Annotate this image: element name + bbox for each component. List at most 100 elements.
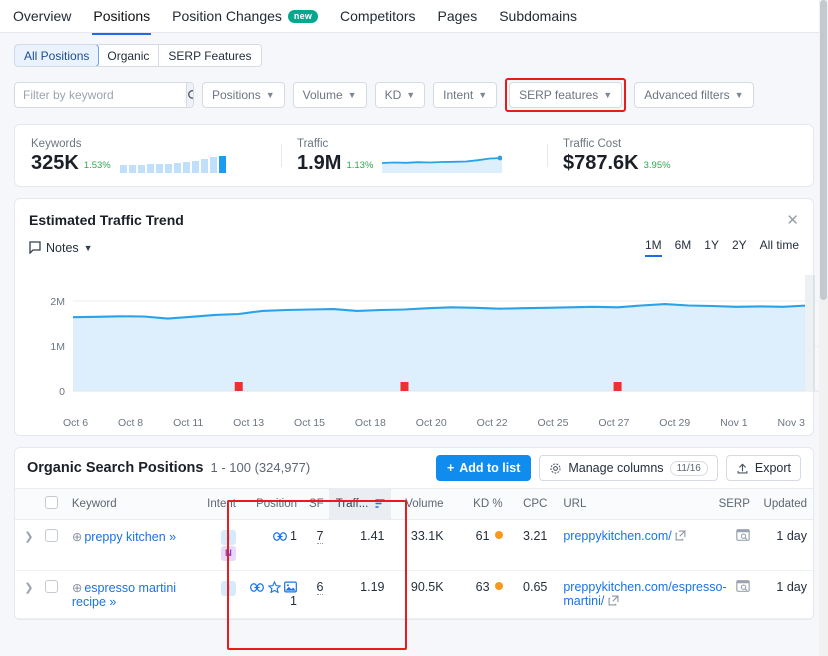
metric-value: $787.6K: [563, 153, 639, 173]
filter-volume[interactable]: Volume ▼: [293, 82, 367, 108]
subtab-organic[interactable]: Organic: [98, 45, 159, 66]
x-tick: Oct 18: [355, 417, 386, 429]
table-row[interactable]: ❯ ⊕preppy kitchen » I N 1: [15, 520, 813, 571]
row-checkbox[interactable]: [45, 580, 58, 593]
nav-tab-label: Competitors: [340, 8, 415, 24]
filter-kd[interactable]: KD ▼: [375, 82, 426, 108]
manage-columns-label: Manage columns: [568, 461, 663, 475]
filter-intent[interactable]: Intent ▼: [433, 82, 497, 108]
row-checkbox[interactable]: [45, 529, 58, 542]
add-to-list-label: Add to list: [459, 461, 520, 475]
select-all-checkbox[interactable]: [45, 496, 58, 509]
metric-value: 1.9M: [297, 153, 341, 173]
keyword-filter: [14, 82, 194, 108]
th-position[interactable]: Position: [242, 489, 303, 520]
serp-cell[interactable]: [711, 571, 756, 619]
expand-cell[interactable]: ❯: [15, 520, 39, 571]
keyword-expand-icon[interactable]: »: [109, 595, 116, 609]
cpc-cell: 0.65: [509, 571, 554, 619]
kd-value: 63: [476, 580, 490, 594]
notes-dropdown[interactable]: Notes ▼: [29, 241, 93, 255]
manage-columns-button[interactable]: Manage columns 11/16: [539, 455, 718, 481]
keyword-link[interactable]: espresso martini recipe: [72, 581, 176, 609]
range-2y[interactable]: 2Y: [732, 238, 747, 257]
external-link-icon[interactable]: [608, 595, 619, 609]
x-tick: Nov 3: [778, 417, 805, 429]
svg-text:2M: 2M: [50, 296, 65, 308]
image-icon[interactable]: [284, 581, 297, 593]
th-sf[interactable]: SF: [303, 489, 329, 520]
add-keyword-icon[interactable]: ⊕: [72, 530, 82, 544]
sf-value[interactable]: 6: [317, 580, 324, 595]
add-keyword-icon[interactable]: ⊕: [72, 581, 82, 595]
row-select-cell[interactable]: [39, 571, 65, 619]
traffic-sparkline: [382, 153, 502, 173]
close-icon[interactable]: ✕: [786, 213, 799, 228]
x-tick: Oct 15: [294, 417, 325, 429]
range-6m[interactable]: 6M: [675, 238, 692, 257]
chevron-right-icon[interactable]: ❯: [24, 531, 33, 543]
keyword-cell: ⊕preppy kitchen »: [66, 520, 193, 571]
nav-tab-position-changes[interactable]: Position Changes new: [171, 0, 319, 34]
search-button[interactable]: [186, 83, 194, 107]
nav-tab-subdomains[interactable]: Subdomains: [498, 0, 578, 34]
th-kd[interactable]: KD %: [450, 489, 509, 520]
filter-positions[interactable]: Positions ▼: [202, 82, 285, 108]
serp-preview-icon[interactable]: [736, 530, 750, 544]
export-button[interactable]: Export: [726, 455, 801, 481]
metric-label: Keywords: [31, 138, 265, 150]
row-select-cell[interactable]: [39, 520, 65, 571]
subtab-all-positions[interactable]: All Positions: [14, 44, 99, 67]
range-all-time[interactable]: All time: [760, 238, 799, 257]
th-cpc[interactable]: CPC: [509, 489, 554, 520]
svg-text:1M: 1M: [50, 341, 65, 353]
add-to-list-button[interactable]: + Add to list: [436, 455, 531, 481]
range-1m[interactable]: 1M: [645, 238, 662, 257]
page-scrollbar[interactable]: [819, 0, 828, 656]
position-value: 1: [290, 594, 297, 608]
range-1y[interactable]: 1Y: [704, 238, 719, 257]
nav-tab-pages[interactable]: Pages: [437, 0, 479, 34]
th-traffic[interactable]: Traff...: [329, 489, 390, 520]
x-tick: Nov 1: [720, 417, 747, 429]
external-link-icon[interactable]: [675, 530, 686, 544]
serp-preview-icon[interactable]: [736, 581, 750, 595]
th-intent[interactable]: Intent: [193, 489, 242, 520]
plus-icon: +: [447, 461, 454, 475]
url-link[interactable]: preppykitchen.com/: [563, 529, 671, 543]
link-icon[interactable]: [273, 531, 287, 542]
kd-value: 61: [476, 529, 490, 543]
filter-serp-features[interactable]: SERP features ▼: [509, 82, 622, 108]
th-volume[interactable]: Volume: [391, 489, 450, 520]
notes-label: Notes: [46, 241, 79, 255]
chevron-down-icon: ▼: [735, 90, 744, 100]
keyword-link[interactable]: preppy kitchen: [84, 530, 165, 544]
kd-difficulty-dot: [495, 582, 503, 590]
chevron-right-icon[interactable]: ❯: [24, 582, 33, 594]
nav-tab-competitors[interactable]: Competitors: [339, 0, 416, 34]
sf-value[interactable]: 7: [317, 529, 324, 544]
volume-cell: 90.5K: [391, 571, 450, 619]
th-serp[interactable]: SERP: [711, 489, 756, 520]
position-type-switch: All Positions Organic SERP Features: [0, 33, 828, 67]
filter-advanced[interactable]: Advanced filters ▼: [634, 82, 753, 108]
expand-cell[interactable]: ❯: [15, 571, 39, 619]
url-link[interactable]: preppykitchen.com/espresso-martini/: [563, 580, 726, 608]
serp-cell[interactable]: [711, 520, 756, 571]
th-keyword[interactable]: Keyword: [66, 489, 193, 520]
updated-cell: 1 day: [756, 520, 813, 571]
th-updated[interactable]: Updated: [756, 489, 813, 520]
table-row[interactable]: ❯ ⊕espresso martini recipe » I: [15, 571, 813, 619]
export-label: Export: [755, 461, 791, 475]
nav-tab-label: Position Changes: [172, 8, 282, 24]
keyword-expand-icon[interactable]: »: [169, 530, 176, 544]
search-input[interactable]: [15, 83, 186, 107]
nav-tab-overview[interactable]: Overview: [12, 0, 72, 34]
star-icon[interactable]: [268, 581, 281, 593]
serp-features-filter-highlight: SERP features ▼: [505, 78, 626, 112]
th-url[interactable]: URL: [553, 489, 711, 520]
subtab-serp-features[interactable]: SERP Features: [159, 45, 260, 66]
nav-tab-positions[interactable]: Positions: [92, 0, 151, 34]
link-icon[interactable]: [250, 582, 264, 593]
scrollbar-thumb[interactable]: [820, 0, 827, 300]
